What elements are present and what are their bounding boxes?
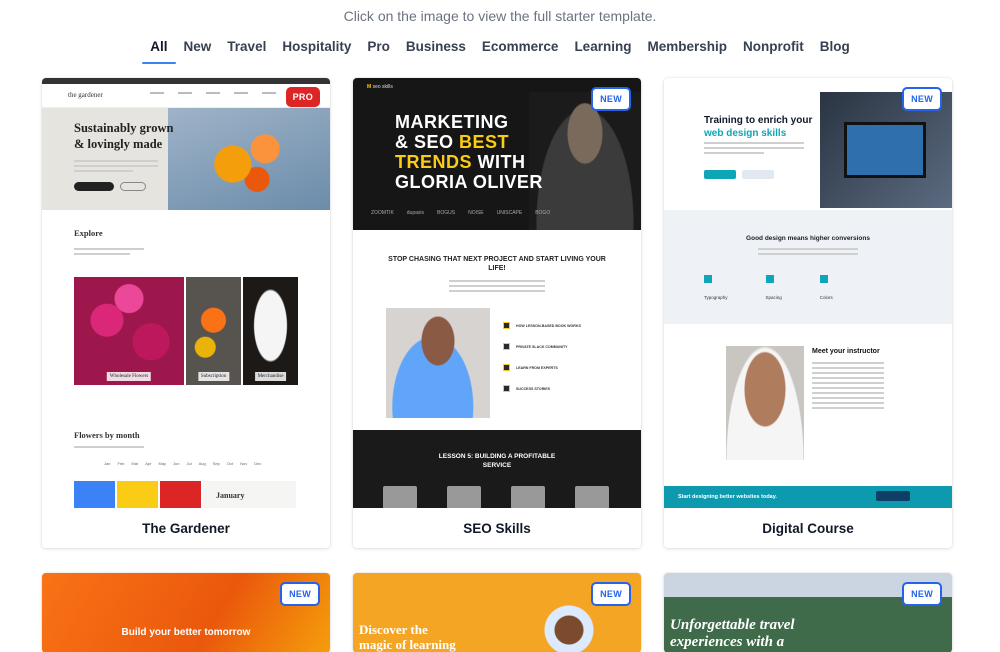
template-title[interactable]: Digital Course [664, 508, 952, 548]
new-badge: NEW [280, 582, 320, 606]
template-title[interactable]: SEO Skills [353, 508, 641, 548]
month-image-strip [74, 481, 296, 508]
filter-tab-nonprofit[interactable]: Nonprofit [735, 38, 812, 64]
preview-buttons [74, 182, 146, 191]
filter-tab-hospitality[interactable]: Hospitality [274, 38, 359, 64]
template-thumbnail[interactable]: M seo skills MARKETING & SEO BEST TRENDS… [353, 78, 641, 508]
instructor-image [386, 308, 490, 418]
wholesale-image: Wholesale Flowers [74, 277, 184, 385]
month-tabs: Jan Feb Mar Apr May Jun Jul Aug Sep Oct Nov Dec [104, 461, 262, 466]
new-badge: NEW [902, 582, 942, 606]
merch-image: Merchandise [243, 277, 298, 385]
preview-section-title: Explore [74, 228, 103, 238]
category-filter-tabs: All New Travel Hospitality Pro Business … [0, 38, 1000, 64]
preview-logo: M seo skills [367, 84, 393, 90]
preview-headline: Discover the magic of learning [359, 622, 456, 652]
new-badge: NEW [591, 582, 631, 606]
template-thumbnail[interactable]: the gardener Sustainably grown & lovingl… [42, 78, 330, 508]
template-card-learning[interactable]: Discover the magic of learning NEW [353, 573, 641, 652]
template-card-orange[interactable]: Build your better tomorrow NEW [42, 573, 330, 652]
preview-headline: MARKETING & SEO BEST TRENDS WITH GLORIA … [395, 112, 543, 193]
new-badge: NEW [902, 87, 942, 111]
template-card-travel[interactable]: Unforgettable travel experiences with a … [664, 573, 952, 652]
filter-tab-business[interactable]: Business [398, 38, 474, 64]
preview-logo: the gardener [68, 91, 103, 99]
filter-tab-ecommerce[interactable]: Ecommerce [474, 38, 567, 64]
filter-tab-learning[interactable]: Learning [566, 38, 639, 64]
filter-tab-blog[interactable]: Blog [812, 38, 858, 64]
filter-tab-pro[interactable]: Pro [359, 38, 398, 64]
template-card-digital-course[interactable]: Training to enrich your web design skill… [664, 78, 952, 548]
template-hint: Click on the image to view the full star… [343, 8, 657, 24]
preview-section-title-2: Flowers by month [74, 430, 140, 440]
subscription-image: Subscription [186, 277, 241, 385]
preview-section-title: Good design means higher conversions [746, 235, 870, 242]
filter-tab-membership[interactable]: Membership [639, 38, 735, 64]
month-card-title: January [216, 491, 245, 500]
pro-badge: PRO [285, 87, 320, 107]
new-badge: NEW [591, 87, 631, 111]
instructor-heading: Meet your instructor [812, 348, 880, 355]
preview-footer-cta: Start designing better websites today. [678, 494, 777, 500]
filter-tab-travel[interactable]: Travel [219, 38, 274, 64]
filter-tab-new[interactable]: New [176, 38, 220, 64]
template-card-gardener[interactable]: the gardener Sustainably grown & lovingl… [42, 78, 330, 548]
preview-section-title: STOP CHASING THAT NEXT PROJECT AND START… [388, 256, 606, 273]
feature-list: Typography Spacing Colors [704, 275, 833, 304]
partner-logos: ZOOMTIK dupasis BOGUS NOISE UNISCAPE BOGO [371, 210, 551, 216]
preview-headline: Unforgettable travel experiences with a [670, 617, 795, 650]
template-card-seo-skills[interactable]: M seo skills MARKETING & SEO BEST TRENDS… [353, 78, 641, 548]
feature-list: HOW LESSON-BASED BOOK WORKS PRIVATE SLAC… [503, 322, 581, 406]
team-photos [383, 486, 609, 508]
preview-headline: Sustainably grown & lovingly made [74, 121, 174, 151]
preview-headline: Training to enrich your web design skill… [704, 115, 813, 139]
preview-body-text [74, 160, 158, 175]
preview-footer-button [876, 491, 910, 501]
instructor-image [726, 346, 804, 460]
preview-buttons [704, 170, 774, 179]
flowers-image [168, 108, 330, 210]
template-title[interactable]: The Gardener [42, 508, 330, 548]
lesson-title: LESSON 5: BUILDING A PROFITABLE SERVICE [438, 453, 556, 469]
filter-tab-all[interactable]: All [142, 38, 176, 64]
preview-headline: Build your better tomorrow [121, 627, 251, 638]
template-thumbnail[interactable]: Training to enrich your web design skill… [664, 78, 952, 508]
preview-image-grid: Wholesale Flowers Subscription Merchandi… [74, 277, 298, 385]
